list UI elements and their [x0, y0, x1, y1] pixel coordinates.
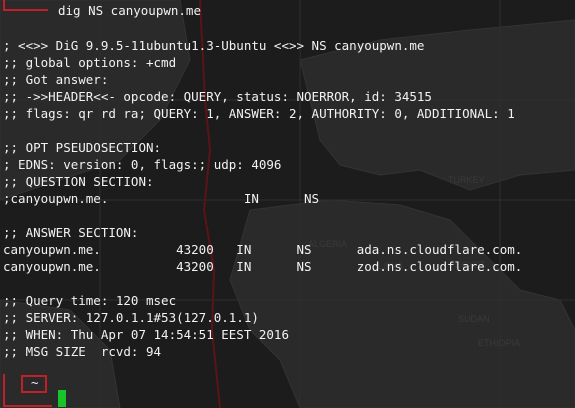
- output-line: ;; WHEN: Thu Apr 07 14:54:51 EEST 2016: [3, 327, 289, 342]
- output-line: ; <<>> DiG 9.9.5-11ubuntu1.3-Ubuntu <<>>…: [3, 38, 425, 53]
- prompt-cwd: ~: [31, 375, 39, 390]
- output-line: ;; QUESTION SECTION:: [3, 174, 154, 189]
- output-line: ;; SERVER: 127.0.1.1#53(127.0.1.1): [3, 310, 259, 325]
- output-line: ;; OPT PSEUDOSECTION:: [3, 140, 162, 155]
- output-line: ;; ANSWER SECTION:: [3, 225, 139, 240]
- output-line: ;; Query time: 120 msec: [3, 293, 177, 308]
- output-line: ;; flags: qr rd ra; QUERY: 1, ANSWER: 2,…: [3, 106, 515, 121]
- prompt-frame-top: [3, 0, 48, 11]
- output-line: ; EDNS: version: 0, flags:; udp: 4096: [3, 157, 282, 172]
- output-line: ;; Got answer:: [3, 72, 109, 87]
- output-line: ;; ->>HEADER<<- opcode: QUERY, status: N…: [3, 89, 432, 104]
- output-line: ;; global options: +cmd: [3, 55, 177, 70]
- terminal-window[interactable]: dig NS canyoupwn.me ; <<>> DiG 9.9.5-11u…: [0, 0, 575, 408]
- terminal-cursor[interactable]: [58, 390, 66, 407]
- output-line: canyoupwn.me. 43200 IN NS zod.ns.cloudfl…: [3, 259, 523, 274]
- output-line: canyoupwn.me. 43200 IN NS ada.ns.cloudfl…: [3, 242, 523, 257]
- output-line: ;; MSG SIZE rcvd: 94: [3, 344, 162, 359]
- command-line: dig NS canyoupwn.me: [58, 3, 201, 18]
- output-line: ;canyoupwn.me. IN NS: [3, 191, 320, 206]
- prompt-frame-bottom: [3, 374, 52, 407]
